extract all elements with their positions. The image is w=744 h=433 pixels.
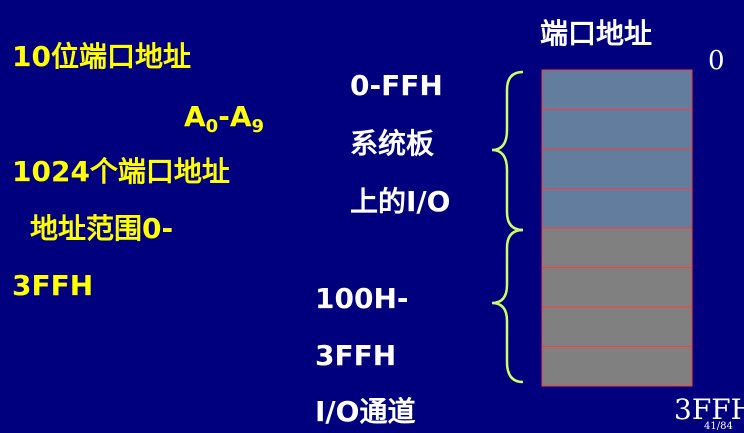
channel-block: [541, 227, 693, 268]
channel-block: [541, 306, 693, 347]
system-block: [541, 188, 693, 229]
address-blocks: [541, 69, 693, 387]
channel-block: [541, 346, 693, 387]
channel-block: [541, 267, 693, 308]
channel-brace: [491, 228, 524, 384]
system-block: [541, 69, 693, 110]
system-block: [541, 109, 693, 150]
port-map-diagram: [491, 69, 693, 387]
system-block: [541, 148, 693, 189]
system-brace: [491, 70, 524, 232]
slide: 10位端口地址 A0-A9 1024个端口地址 地址范围0- 3FFH 0-FF…: [0, 0, 744, 433]
